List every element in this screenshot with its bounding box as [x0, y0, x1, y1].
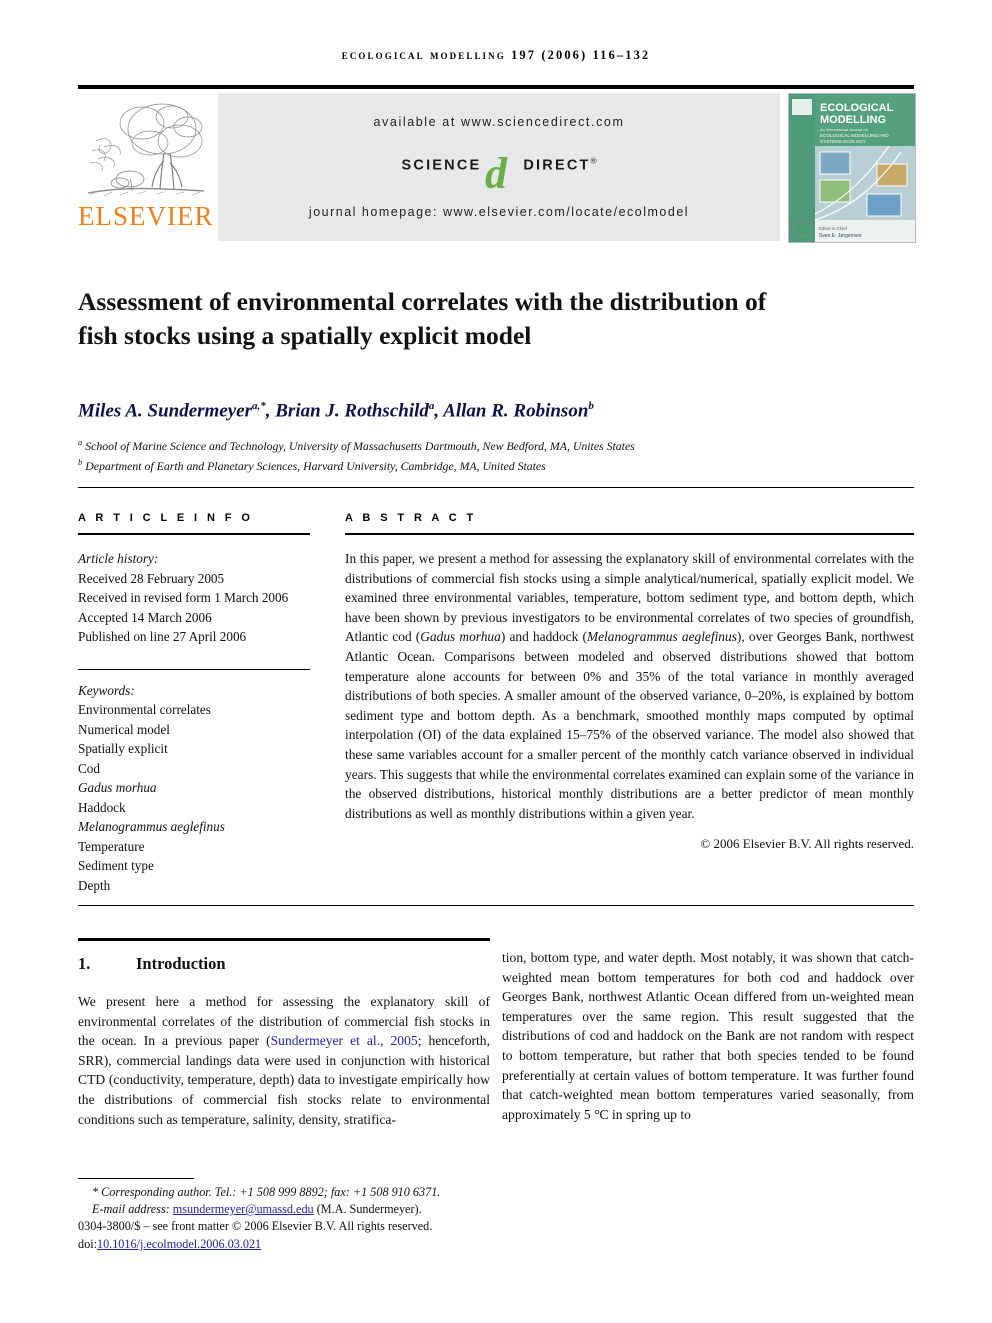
author-list: Miles A. Sundermeyera,*, Brian J. Rothsc… — [78, 400, 594, 422]
registered-trademark-icon: ® — [590, 156, 597, 166]
abstract-text: In this paper, we present a method for a… — [345, 551, 914, 821]
sciencedirect-direct-text: DIRECT — [523, 157, 591, 174]
history-item: Published on line 27 April 2006 — [78, 629, 247, 644]
journal-article-page: ecological modelling 197 (2006) 116–132 — [0, 0, 992, 1323]
introduction-heading: 1. Introduction — [78, 954, 490, 974]
keyword-item: Sediment type — [78, 858, 154, 873]
keyword-item: Numerical model — [78, 721, 170, 737]
keywords-label: Keywords: — [78, 682, 135, 698]
introduction-paragraph-right: tion, bottom type, and water depth. Most… — [502, 950, 914, 1122]
email-link[interactable]: msundermeyer@umassd.edu — [173, 1202, 314, 1216]
elsevier-logo: ELSEVIER — [78, 93, 214, 241]
history-item: Received 28 February 2005 — [78, 570, 225, 586]
article-title: Assessment of environmental correlates w… — [78, 287, 767, 351]
available-at-text: available at www.sciencedirect.com — [373, 115, 625, 129]
front-matter-line: 0304-3800/$ – see front matter © 2006 El… — [78, 1219, 433, 1234]
svg-text:Editor-in-Chief: Editor-in-Chief — [819, 226, 848, 231]
body-column-right: tion, bottom type, and water depth. Most… — [502, 948, 914, 1124]
keyword-item: Spatially explicit — [78, 741, 168, 756]
svg-text:SYSTEMS ECOLOGY: SYSTEMS ECOLOGY — [820, 139, 866, 144]
doi-line: doi:10.1016/j.ecolmodel.2006.03.021 — [78, 1236, 508, 1253]
info-section-top-rule — [78, 487, 914, 488]
elsevier-wordmark: ELSEVIER — [78, 201, 214, 231]
keyword-item: Cod — [78, 760, 100, 776]
history-item: Accepted 14 March 2006 — [78, 609, 212, 625]
keyword-item: Environmental correlates — [78, 702, 211, 717]
keyword-item: Gadus morhua — [78, 780, 157, 795]
keywords-rule — [78, 668, 310, 670]
svg-text:MODELLING: MODELLING — [820, 114, 886, 126]
email-label: E-mail address: — [92, 1202, 170, 1217]
page-footer: * Corresponding author. Tel.: +1 508 999… — [78, 1184, 508, 1253]
keyword-item: Melanogrammus aeglefinus — [78, 819, 225, 834]
elsevier-tree-icon — [84, 95, 208, 203]
history-item: Received in revised form 1 March 2006 — [78, 590, 289, 605]
journal-running-head: ecological modelling 197 (2006) 116–132 — [341, 48, 651, 62]
abstract-column: A B S T R A C T In this paper, we presen… — [345, 512, 914, 852]
article-history-label: Article history: — [78, 551, 159, 566]
sciencedirect-logo: SCIENCE d DIRECT® — [218, 148, 780, 200]
doi-label: doi: — [78, 1236, 97, 1251]
corresponding-author-note: * Corresponding author. Tel.: +1 508 999… — [92, 1185, 441, 1199]
svg-text:d: d — [485, 149, 508, 196]
article-info-rule — [78, 533, 310, 535]
banner-top-rule — [78, 85, 914, 89]
sciencedirect-banner: available at www.sciencedirect.com SCIEN… — [218, 93, 780, 241]
svg-text:Sven E. Jørgensen: Sven E. Jørgensen — [819, 233, 862, 239]
introduction-top-rule — [78, 938, 490, 941]
svg-text:An International Journal on: An International Journal on — [820, 127, 868, 132]
keyword-item: Temperature — [78, 838, 145, 854]
svg-text:ECOLOGICAL MODELLING AND: ECOLOGICAL MODELLING AND — [820, 133, 889, 138]
journal-cover-thumbnail: ECOLOGICAL MODELLING An International Jo… — [788, 93, 916, 243]
article-history: Article history: Received 28 February 20… — [78, 549, 310, 647]
section-title: Introduction — [136, 954, 226, 973]
publisher-banner: ELSEVIER available at www.sciencedirect.… — [78, 85, 916, 243]
email-owner: (M.A. Sundermeyer). — [316, 1202, 422, 1217]
abstract-bottom-rule — [78, 905, 914, 906]
email-line: E-mail address: msundermeyer@umassd.edu … — [78, 1201, 508, 1218]
journal-homepage-text: journal homepage: www.elsevier.com/locat… — [308, 205, 690, 219]
introduction-paragraph-left: We present here a method for assessing t… — [78, 994, 490, 1127]
sciencedirect-d-icon: d — [481, 148, 523, 198]
sciencedirect-science-text: SCIENCE — [401, 157, 482, 174]
article-info-column: A R T I C L E I N F O Article history: R… — [78, 512, 310, 895]
abstract-rule — [345, 533, 914, 535]
footnote-rule — [78, 1178, 194, 1179]
keyword-item: Depth — [78, 877, 111, 893]
doi-link[interactable]: 10.1016/j.ecolmodel.2006.03.021 — [97, 1237, 261, 1251]
svg-text:ECOLOGICAL: ECOLOGICAL — [820, 102, 894, 114]
article-info-heading: A R T I C L E I N F O — [78, 512, 254, 524]
abstract-heading: A B S T R A C T — [345, 512, 477, 524]
copyright-line: © 2006 Elsevier B.V. All rights reserved… — [700, 836, 914, 852]
body-column-left: 1. Introduction We present here a method … — [78, 948, 490, 1129]
section-number: 1. — [78, 954, 91, 973]
affiliations: a School of Marine Science and Technolog… — [78, 437, 635, 474]
keyword-item: Haddock — [78, 799, 126, 815]
keywords-list: Keywords: Environmental correlates Numer… — [78, 681, 310, 896]
